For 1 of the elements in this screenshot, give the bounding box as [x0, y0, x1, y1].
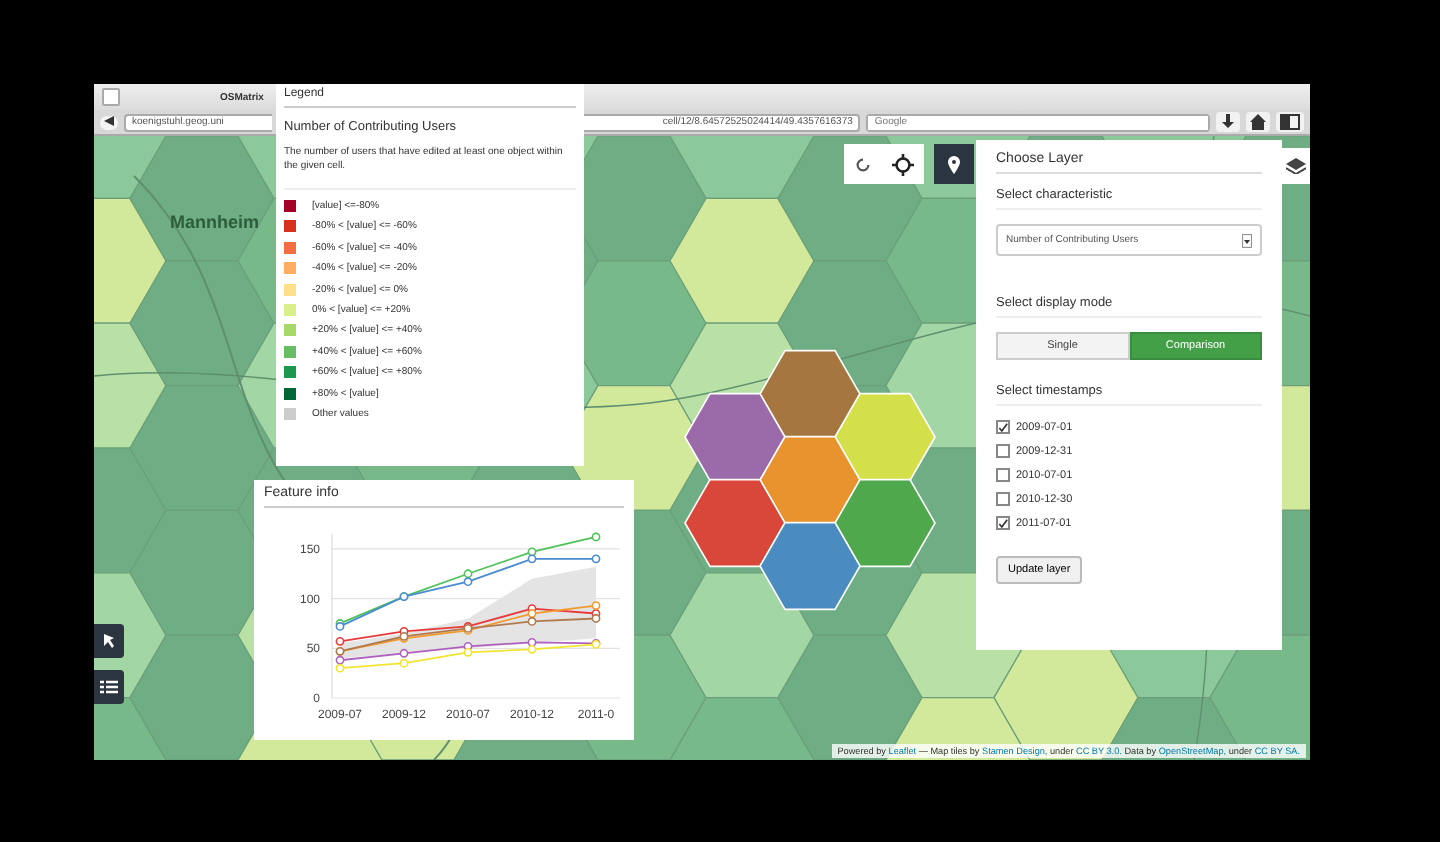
place-label: Mannheim	[170, 212, 260, 232]
